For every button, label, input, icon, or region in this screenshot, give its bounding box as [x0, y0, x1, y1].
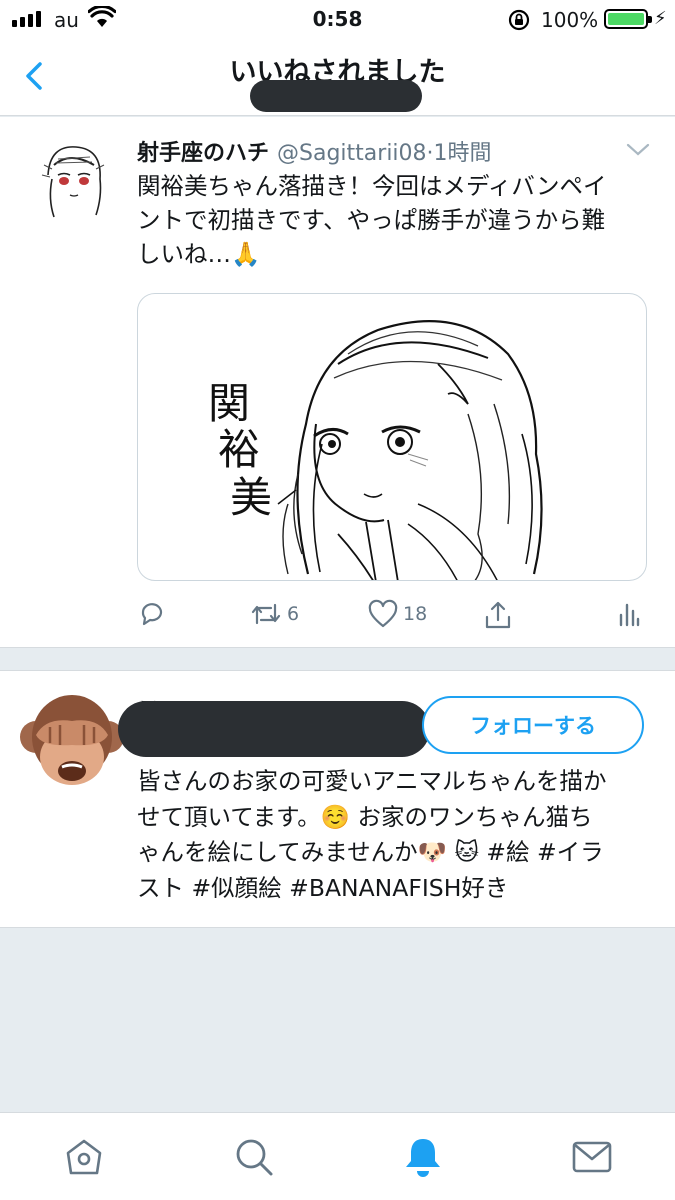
author-handle: @Sagittarii08 [277, 141, 427, 166]
charging-icon: ⚡ [654, 8, 667, 29]
tweet-actions: 6 18 [137, 599, 647, 635]
tab-bar [0, 1112, 675, 1200]
battery-icon [604, 9, 652, 29]
orientation-lock-icon [508, 9, 530, 31]
account-bio: 皆さんのお家の可愛いアニマルちゃんを描か せて頂いてます。☺️ お家のワンちゃん… [137, 767, 607, 902]
notifications-bell-icon[interactable] [401, 1135, 445, 1179]
sketch-illustration: 関 裕 美 [208, 320, 543, 580]
analytics-icon[interactable] [617, 599, 641, 629]
liked-tweet[interactable]: 射手座のハチ @Sagittarii08·1時間 関裕美ちゃん落描き！今回はメディ… [0, 117, 675, 648]
chevron-down-icon[interactable] [624, 141, 652, 159]
share-icon[interactable] [483, 599, 513, 631]
follow-button[interactable]: フォローする [422, 696, 644, 754]
like-count: 18 [403, 603, 428, 625]
image-caption-char-3: 美 [230, 473, 272, 522]
suggested-account-card[interactable]: ラ ル フォローする 皆さんのお家の可愛いアニマルちゃんを描か せて頂いてます。… [0, 670, 675, 928]
page-header: いいねされました [0, 38, 675, 116]
like-button[interactable]: 18 [367, 599, 427, 629]
retweet-button[interactable]: 6 [249, 599, 299, 629]
image-caption-char-2: 裕 [218, 425, 260, 474]
separator-dot: · [426, 141, 434, 166]
image-caption-char-1: 関 [208, 379, 250, 428]
heart-icon [368, 599, 398, 628]
search-icon[interactable] [232, 1135, 276, 1179]
retweet-icon [251, 603, 281, 625]
tweet-text: 関裕美ちゃん落描き！今回はメディバンペイ ントで初描きです、やっぱ勝手が違うから… [137, 172, 607, 268]
tweet-header: 射手座のハチ @Sagittarii08·1時間 [137, 135, 492, 167]
tweet-timestamp: 1時間 [433, 141, 492, 166]
status-bar: au 0:58 100% ⚡ [0, 0, 675, 38]
retweet-count: 6 [287, 603, 300, 625]
messages-icon[interactable] [570, 1135, 614, 1179]
see-no-evil-monkey-avatar[interactable] [16, 687, 128, 797]
author-avatar[interactable] [30, 135, 118, 223]
author-name[interactable]: 射手座のハチ [137, 141, 269, 166]
battery-percent: 100% [541, 8, 599, 32]
redacted-subtitle [250, 80, 422, 112]
reply-icon[interactable] [137, 599, 167, 629]
tweet-image[interactable]: 関 裕 美 [137, 293, 647, 581]
redacted-account-name [118, 701, 430, 757]
home-icon[interactable] [62, 1135, 106, 1179]
